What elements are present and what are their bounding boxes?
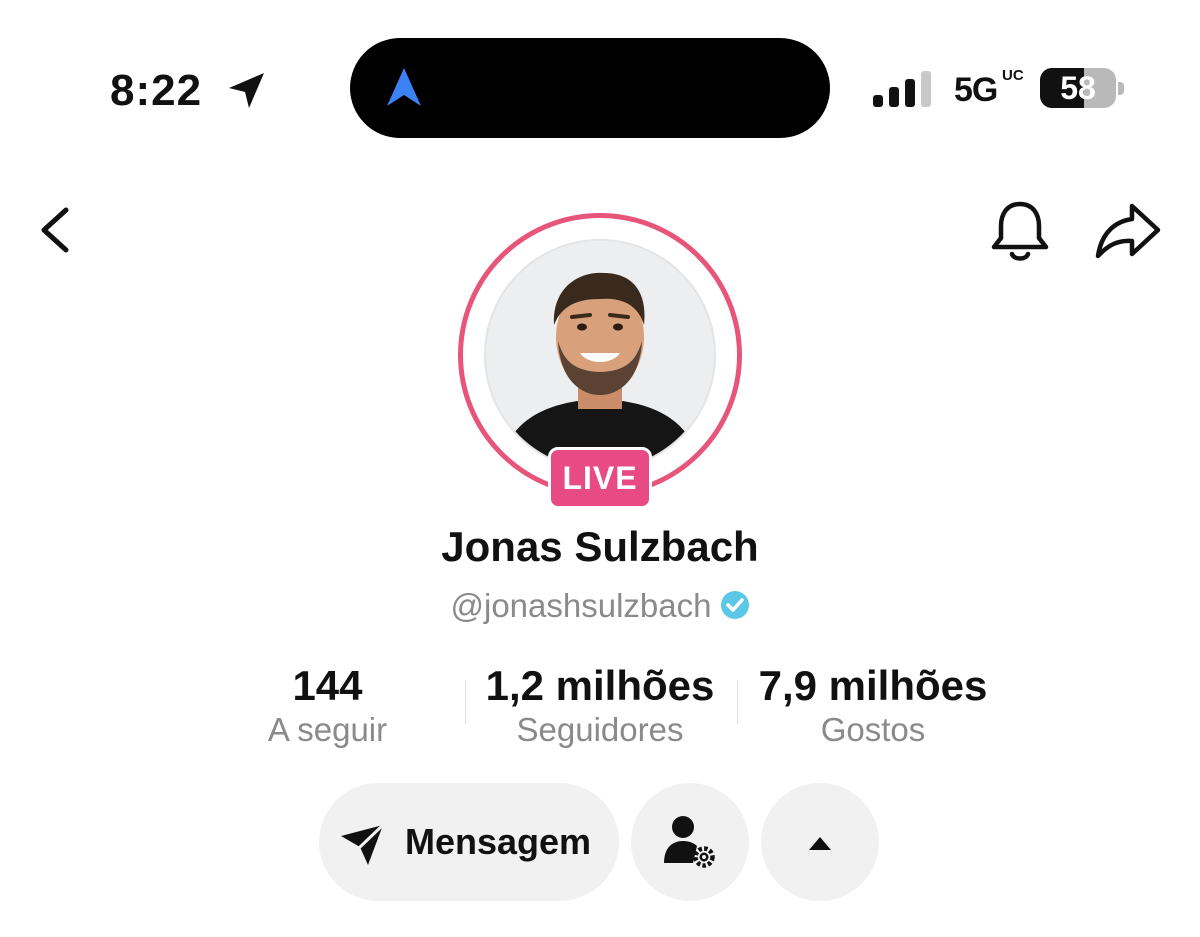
stat-following[interactable]: 144 A seguir (250, 662, 405, 754)
following-count: 144 (292, 662, 363, 709)
live-badge[interactable]: LIVE (548, 447, 652, 509)
expand-suggestions-button[interactable] (761, 783, 879, 901)
verified-badge-icon (720, 589, 750, 629)
stats-divider (465, 680, 466, 724)
send-icon (341, 823, 385, 865)
avatar-photo (486, 241, 714, 469)
likes-count: 7,9 milhões (758, 662, 988, 709)
message-label: Mensagem (405, 821, 592, 862)
location-arrow-icon (229, 73, 264, 108)
avatar[interactable] (484, 239, 716, 471)
likes-label: Gostos (820, 711, 926, 748)
stats-divider (737, 680, 738, 724)
battery-icon: 58 (1040, 68, 1116, 108)
chevron-left-icon (41, 207, 69, 253)
user-gear-icon (664, 816, 715, 868)
caret-up-icon (809, 837, 831, 850)
network-suffix: UC (1002, 67, 1024, 84)
follow-settings-button[interactable] (631, 783, 749, 901)
network-type: 5G (954, 71, 998, 109)
cellular-signal-icon (873, 69, 933, 107)
stat-likes[interactable]: 7,9 milhões Gostos (742, 662, 1004, 754)
battery-percent: 58 (1060, 70, 1096, 106)
display-name: Jonas Sulzbach (441, 523, 759, 570)
navigation-arrow-icon (387, 68, 421, 106)
bell-icon (991, 201, 1049, 261)
status-time: 8:22 (110, 66, 203, 115)
battery-tip (1118, 82, 1124, 95)
following-label: A seguir (267, 711, 388, 748)
share-arrow-icon (1095, 203, 1161, 259)
share-button[interactable] (1090, 198, 1166, 264)
back-button[interactable] (30, 202, 86, 258)
followers-label: Seguidores (516, 711, 684, 748)
stat-followers[interactable]: 1,2 milhões Seguidores (470, 662, 730, 754)
username-handle: @jonashsulzbach (450, 587, 712, 624)
handle-row: @jonashsulzbach (300, 586, 900, 629)
notifications-button[interactable] (985, 198, 1055, 264)
followers-count: 1,2 milhões (485, 662, 715, 709)
